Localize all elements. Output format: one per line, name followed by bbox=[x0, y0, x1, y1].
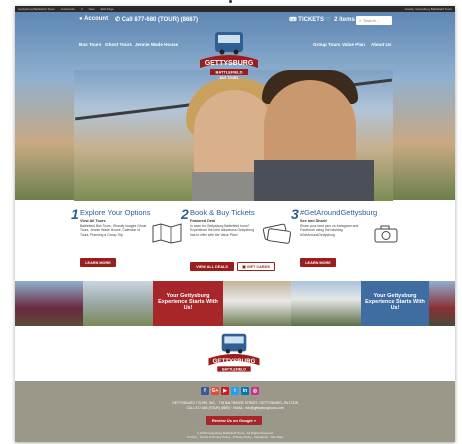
footer-links[interactable]: Privacy · Terms & Privacy Policy · Priva… bbox=[15, 435, 455, 439]
feature-number: 2 bbox=[181, 206, 189, 222]
admin-site-name[interactable]: Gettysburg Battlefield Tours bbox=[18, 7, 55, 11]
search-input[interactable]: ⌕ Search ... bbox=[356, 16, 392, 25]
logo-text-1: GETTYSBURG bbox=[205, 60, 254, 67]
admin-edit-page[interactable]: Edit Page bbox=[101, 7, 114, 11]
nav-value-plan[interactable]: Value Plan bbox=[342, 42, 365, 47]
nav-about-us[interactable]: About Us bbox=[371, 42, 391, 47]
admin-howdy[interactable]: Howdy, Gettysburg Battlefield Tours bbox=[405, 7, 452, 11]
feature-title: Explore Your Options bbox=[80, 208, 151, 217]
footer-logo-text-2: BATTLEFIELD bbox=[222, 367, 246, 371]
youtube-icon[interactable]: ▶ bbox=[221, 387, 229, 395]
admin-comments[interactable]: 0 bbox=[81, 7, 83, 11]
logo-text-3: BUS TOURS bbox=[220, 76, 239, 80]
social-links: f G+ ▶ t in ◎ bbox=[201, 387, 259, 395]
promo-tile-2[interactable]: Your Gettysburg Experience Starts With U… bbox=[361, 281, 429, 326]
features-section: 1 Explore Your Options View All Tours Ba… bbox=[15, 206, 455, 278]
feature-desc: Share your best pics on Instagram and Fa… bbox=[300, 224, 359, 237]
footer-address: GETTYSBURG TOURS, INC. · 778 BALTIMORE S… bbox=[15, 401, 455, 410]
facebook-icon[interactable]: f bbox=[201, 387, 209, 395]
tickets-label: TICKETS bbox=[298, 17, 324, 23]
cart-label: 2 items bbox=[334, 17, 355, 23]
nav-ghost-tours[interactable]: Ghost Tours bbox=[105, 42, 132, 47]
admin-customize[interactable]: Customize bbox=[61, 7, 75, 11]
review-google-button[interactable]: Review Us on Google » bbox=[206, 416, 262, 425]
search-placeholder: Search ... bbox=[363, 18, 381, 23]
tickets-icon bbox=[262, 223, 291, 244]
hero-photo bbox=[74, 70, 393, 201]
feature-title: #GetAroundGettysburg bbox=[300, 208, 378, 217]
account-link[interactable]: ● Account bbox=[79, 16, 108, 22]
explore-learn-more-button[interactable]: LEARN MORE bbox=[80, 258, 116, 267]
instagram-icon[interactable]: ◎ bbox=[251, 387, 259, 395]
monument-photo-tile[interactable] bbox=[83, 281, 153, 326]
linkedin-icon[interactable]: in bbox=[241, 387, 249, 395]
photo-strip: Your Gettysburg Experience Starts With U… bbox=[15, 281, 455, 326]
nav-bus-tours[interactable]: Bus Tours bbox=[79, 42, 101, 47]
promo-caption: Your Gettysburg Experience Starts With U… bbox=[158, 293, 218, 311]
browser-page: Gettysburg Battlefield Tours Customize 0… bbox=[15, 6, 455, 442]
group-bus-photo-tile[interactable] bbox=[291, 281, 361, 326]
nav-group-tours[interactable]: Group Tours bbox=[313, 42, 340, 47]
site-footer: f G+ ▶ t in ◎ GETTYSBURG TOURS, INC. · 7… bbox=[15, 381, 455, 442]
camera-icon bbox=[374, 225, 398, 243]
gift-cards-button[interactable]: ▣ GIFT CARDS bbox=[237, 262, 275, 271]
top-utility-bar: ● Account ✆ Call 877-680 (TOUR) (8687) 🎟… bbox=[15, 12, 455, 28]
gettysburg-logo[interactable]: GETTYSBURG BATTLEFIELD BUS TOURS bbox=[198, 30, 260, 80]
feature-desc: In town for Gettysburg Battlefield tours… bbox=[190, 224, 255, 237]
feature-subtitle[interactable]: View All Tours bbox=[80, 219, 106, 223]
footer-copyright: © 2019 Gettysburg Battlefield Tours · Al… bbox=[15, 431, 455, 439]
hero-section: ● Account ✆ Call 877-680 (TOUR) (8687) 🎟… bbox=[15, 12, 455, 201]
feature-title: Book & Buy Tickets bbox=[190, 208, 255, 217]
nav-jennie-wade[interactable]: Jennie Wade House bbox=[135, 42, 178, 47]
contact-line: CALL 877-680 (TOUR) (8687) · EMAIL: info… bbox=[186, 405, 284, 410]
bus-photo-tile-2[interactable] bbox=[429, 281, 455, 326]
window-indicator bbox=[229, 0, 232, 3]
account-label: Account bbox=[84, 16, 109, 22]
search-icon: ⌕ bbox=[359, 18, 362, 23]
footer-logo-text-1: GETTYSBURG bbox=[213, 358, 256, 365]
man-jacket bbox=[254, 160, 374, 201]
logo-text-2: BATTLEFIELD bbox=[215, 70, 242, 75]
bus-photo-tile[interactable] bbox=[15, 281, 83, 326]
call-label: Call 877-680 (TOUR) (8687) bbox=[121, 17, 198, 23]
promo-caption: Your Gettysburg Experience Starts With U… bbox=[365, 293, 425, 311]
share-learn-more-button[interactable]: LEARN MORE bbox=[300, 258, 336, 267]
feature-subtitle: Featured Deal bbox=[190, 219, 216, 223]
feature-subtitle: See and Share! bbox=[300, 219, 328, 223]
feature-number: 3 bbox=[291, 206, 299, 222]
gift-cards-label: GIFT CARDS bbox=[246, 264, 270, 269]
admin-new[interactable]: New bbox=[89, 7, 95, 11]
feature-number: 1 bbox=[71, 206, 79, 222]
cart-link[interactable]: 🛒 2 items bbox=[325, 16, 355, 23]
footer-logo[interactable]: GETTYSBURG BATTLEFIELD bbox=[206, 332, 262, 376]
map-icon bbox=[152, 223, 182, 244]
house-photo-tile[interactable] bbox=[223, 281, 291, 326]
google-plus-icon[interactable]: G+ bbox=[211, 387, 219, 395]
footer-logo-area: GETTYSBURG BATTLEFIELD bbox=[15, 326, 455, 381]
view-all-deals-button[interactable]: VIEW ALL DEALS bbox=[190, 262, 234, 271]
call-link[interactable]: ✆ Call 877-680 (TOUR) (8687) bbox=[115, 16, 198, 23]
feature-desc: Battlefield Bus Tours, Ghostly Images Gh… bbox=[80, 224, 147, 237]
promo-tile-1[interactable]: Your Gettysburg Experience Starts With U… bbox=[153, 281, 223, 326]
twitter-icon[interactable]: t bbox=[231, 387, 239, 395]
tickets-link[interactable]: 🎟 TICKETS bbox=[289, 16, 324, 23]
